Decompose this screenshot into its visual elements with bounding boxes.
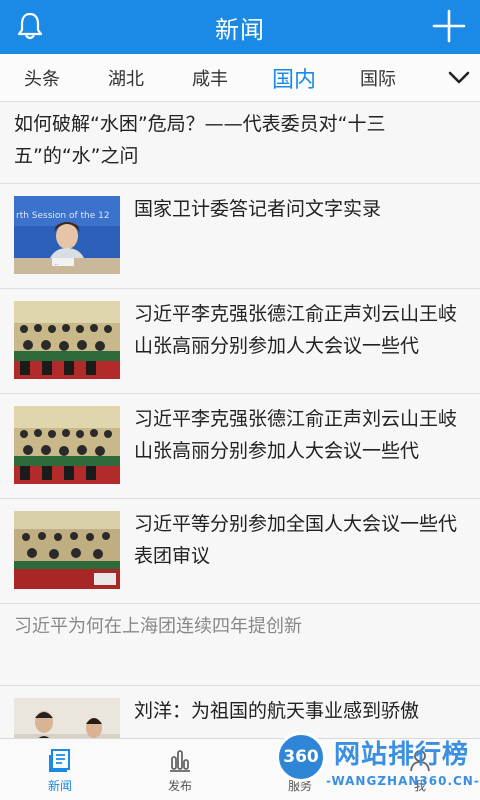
list-item[interactable]: rth Session of the 12 .. 国家卫计委答记者问文字实录 <box>0 184 480 289</box>
thumbnail-caption: rth Session of the 12 <box>16 211 110 221</box>
chart-bars-icon <box>170 750 190 772</box>
watermark-subtext: -WANGZHAN360.CN- <box>326 774 480 788</box>
watermark: 360 网站排行榜 -WANGZHAN360.CN- <box>272 726 480 800</box>
news-thumbnail <box>14 511 120 589</box>
app-header: 新闻 <box>0 0 480 54</box>
news-thumbnail <box>14 301 120 379</box>
news-title: 习近平等分别参加全国人大会议一些代表团审议 <box>134 513 458 567</box>
list-item[interactable]: 习近平李克强张德江俞正声刘云山王岐山张高丽分别参加人大会议一些代 <box>0 394 480 499</box>
news-thumbnail: rth Session of the 12 .. <box>14 196 120 274</box>
tab-headlines[interactable]: 头条 <box>0 65 84 91</box>
tab-domestic[interactable]: 国内 <box>252 62 336 94</box>
news-title: 习近平李克强张德江俞正声刘云山王岐山张高丽分别参加人大会议一些代 <box>134 303 458 357</box>
watermark-logo: 360 <box>276 732 326 782</box>
news-icon <box>49 749 70 772</box>
category-tabs: 头条 湖北 咸丰 国内 国际 <box>0 54 480 102</box>
news-title: 如何破解“水困”危局？——代表委员对“十三五”的“水”之问 <box>14 113 386 167</box>
nav-news[interactable]: 新闻 <box>0 739 120 800</box>
svg-text:..: .. <box>55 261 59 267</box>
news-title: 国家卫计委答记者问文字实录 <box>134 198 382 220</box>
bell-icon[interactable] <box>14 10 46 42</box>
chevron-down-icon[interactable] <box>446 66 472 90</box>
news-thumbnail <box>14 406 120 484</box>
list-item[interactable]: 如何破解“水困”危局？——代表委员对“十三五”的“水”之问 <box>0 102 480 184</box>
tab-xianfeng[interactable]: 咸丰 <box>168 65 252 91</box>
list-item[interactable]: 习近平为何在上海团连续四年提创新 <box>0 604 480 686</box>
nav-label: 发布 <box>167 779 192 793</box>
plus-icon[interactable] <box>432 9 466 43</box>
news-title: 习近平李克强张德江俞正声刘云山王岐山张高丽分别参加人大会议一些代 <box>134 408 458 462</box>
page-title: 新闻 <box>215 15 265 44</box>
news-title: 刘洋：为祖国的航天事业感到骄傲 <box>134 700 420 722</box>
watermark-text: 网站排行榜 <box>334 740 470 770</box>
news-title: 习近平为何在上海团连续四年提创新 <box>14 616 302 637</box>
tab-hubei[interactable]: 湖北 <box>84 65 168 91</box>
news-thumbnail <box>14 698 120 738</box>
nav-publish[interactable]: 发布 <box>120 739 240 800</box>
tab-international[interactable]: 国际 <box>336 65 420 91</box>
list-item[interactable]: 习近平等分别参加全国人大会议一些代表团审议 <box>0 499 480 604</box>
list-item[interactable]: 习近平李克强张德江俞正声刘云山王岐山张高丽分别参加人大会议一些代 <box>0 289 480 394</box>
news-list: 如何破解“水困”危局？——代表委员对“十三五”的“水”之问 rth Sessio… <box>0 102 480 738</box>
nav-label: 新闻 <box>47 779 72 793</box>
